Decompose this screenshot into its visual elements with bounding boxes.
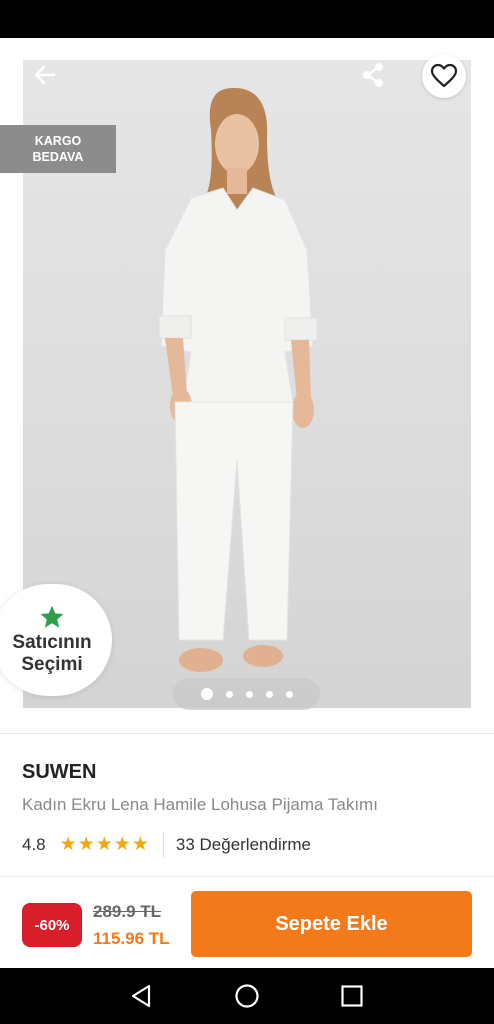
brand-name[interactable]: SUWEN <box>22 761 96 784</box>
triangle-back-icon[interactable] <box>128 982 156 1010</box>
product-title: Kadın Ekru Lena Hamile Lohusa Pijama Tak… <box>22 795 378 814</box>
star-icon: ★ <box>95 834 113 855</box>
discount-badge: -60% <box>22 903 82 947</box>
star-icon: ★ <box>113 834 131 855</box>
carousel-indicator[interactable] <box>173 678 320 710</box>
rating-value: 4.8 <box>22 835 46 854</box>
star-icon <box>40 605 64 628</box>
seller-choice-line2: Seçimi <box>21 654 83 675</box>
free-shipping-line2: BEDAVA <box>32 150 84 164</box>
share-button[interactable] <box>356 58 390 92</box>
rating-stars: ★ ★ ★ ★ ★ <box>60 835 149 855</box>
star-icon: ★ <box>131 834 149 855</box>
back-button[interactable] <box>28 58 62 92</box>
carousel-dot-1[interactable] <box>200 688 213 700</box>
current-price: 115.96 TL <box>93 929 170 948</box>
seller-choice-badge: Satıcının Seçimi <box>0 584 112 696</box>
divider <box>0 876 494 877</box>
divider <box>0 733 494 734</box>
carousel-dot-5[interactable] <box>285 690 293 698</box>
arrow-left-icon <box>34 65 56 85</box>
share-icon <box>363 63 383 87</box>
old-price: 289.9 TL <box>93 902 162 921</box>
carousel-dot-3[interactable] <box>245 690 253 698</box>
review-count-link[interactable]: 33 Değerlendirme <box>176 835 311 855</box>
divider <box>162 832 164 858</box>
circle-home-icon[interactable] <box>233 982 261 1010</box>
free-shipping-line1: KARGO <box>34 134 82 148</box>
favorite-button[interactable] <box>422 54 466 98</box>
add-to-cart-button[interactable]: Sepete Ekle <box>191 891 472 957</box>
carousel-dot-4[interactable] <box>265 690 273 698</box>
status-bar <box>0 0 494 38</box>
free-shipping-badge: KARGO BEDAVA <box>0 125 116 173</box>
square-recents-icon[interactable] <box>338 982 366 1010</box>
system-nav-bar <box>0 968 494 1024</box>
heart-outline-icon <box>430 63 458 88</box>
seller-choice-line1: Satıcının <box>12 632 92 653</box>
star-icon: ★ <box>77 834 95 855</box>
rating-row[interactable]: 4.8 ★ ★ ★ ★ ★ 33 Değerlendirme <box>22 832 311 858</box>
carousel-dot-2[interactable] <box>225 690 233 698</box>
star-icon: ★ <box>59 834 77 855</box>
